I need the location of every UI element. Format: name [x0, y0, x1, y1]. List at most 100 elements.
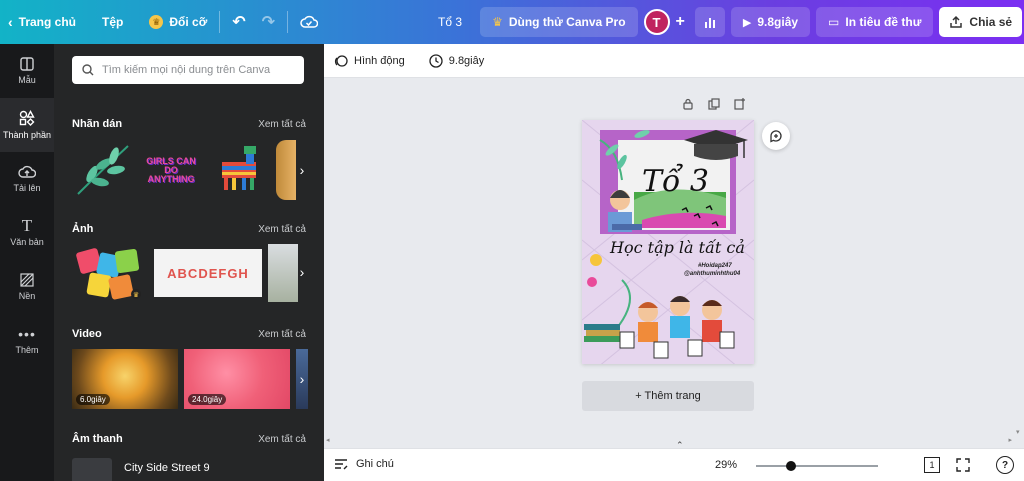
video-thumb-pink[interactable]: 24.0giây	[184, 349, 290, 409]
duplicate-page-icon[interactable]	[708, 98, 720, 110]
animate-button[interactable]: Hình động	[334, 54, 405, 68]
audio-item[interactable]: City Side Street 9	[72, 458, 210, 481]
stickers-row: GIRLS CAN DO ANYTHING	[72, 140, 296, 200]
divider	[219, 11, 221, 33]
chevron-right-icon: ›	[299, 162, 305, 178]
duration-button[interactable]: 9.8giây	[429, 53, 485, 68]
avatar[interactable]: T	[643, 9, 670, 35]
undo-button[interactable]: ↶	[224, 0, 253, 44]
play-label: 9.8giây	[757, 15, 799, 29]
fullscreen-icon[interactable]	[956, 458, 970, 472]
search-input[interactable]: Tìm kiếm mọi nội dung trên Canva	[72, 56, 304, 84]
divider	[287, 11, 289, 33]
help-button[interactable]: ?	[996, 456, 1014, 474]
canva-editor: ‹ Trang chủ Tệp ♛ Đổi cỡ ↶ ↷ Tổ 3 ♛ Dùng…	[0, 0, 1024, 481]
design-hashtag[interactable]: #Hoidap247	[698, 263, 732, 269]
add-comment-button[interactable]	[762, 122, 790, 150]
design-subtitle[interactable]: Học tập là tất cả	[610, 238, 745, 257]
audio-thumbnail	[72, 458, 112, 481]
bar-chart-icon	[704, 18, 715, 28]
add-page-button[interactable]: + Thêm trang	[582, 381, 754, 411]
chevron-right-icon: ›	[299, 264, 305, 280]
scroll-left-arrow[interactable]: ◂	[326, 436, 330, 444]
rail-item-background[interactable]: Nền	[0, 260, 54, 314]
stickers-see-all[interactable]: Xem tất cả	[258, 119, 306, 130]
leaf-sticker[interactable]	[72, 140, 134, 200]
share-label: Chia sẻ	[969, 15, 1013, 29]
video-next-button[interactable]: ›	[292, 369, 312, 389]
scroll-down-arrow[interactable]: ▾	[1016, 428, 1020, 436]
share-icon	[950, 15, 963, 28]
lock-icon[interactable]	[682, 98, 694, 110]
doc-title-text: Tổ 3	[438, 15, 463, 29]
home-button[interactable]: ‹ Trang chủ	[0, 0, 84, 44]
notes-label: Ghi chú	[356, 458, 394, 470]
rail-item-more[interactable]: ••• Thêm	[0, 314, 54, 368]
rail-item-templates[interactable]: Mẫu	[0, 44, 54, 98]
design-page[interactable]: Tổ 3 Học tập là tất cả #Hoidap247 @anhth…	[582, 120, 754, 364]
video-header: Video Xem tất cả	[72, 328, 306, 340]
girls-can-do-sticker[interactable]: GIRLS CAN DO ANYTHING	[140, 140, 202, 200]
horizontal-scrollbar[interactable]: ◂ ▸	[324, 436, 1014, 446]
add-member-button[interactable]: +	[670, 0, 691, 44]
video-see-all[interactable]: Xem tất cả	[258, 329, 306, 340]
video-duration: 24.0giây	[188, 394, 227, 405]
photos-header: Ảnh Xem tất cả	[72, 223, 306, 235]
notes-button[interactable]: Ghi chú	[334, 458, 394, 470]
add-page-icon[interactable]	[734, 98, 746, 110]
help-icon: ?	[1001, 459, 1009, 471]
doc-title[interactable]: Tổ 3	[430, 0, 470, 44]
analytics-button[interactable]	[694, 7, 725, 37]
scroll-right-arrow[interactable]: ▸	[1008, 436, 1012, 444]
add-page-label: + Thêm trang	[635, 390, 701, 402]
stickers-next-button[interactable]: ›	[292, 160, 312, 180]
photos-next-button[interactable]: ›	[292, 262, 312, 282]
vertical-scrollbar[interactable]: ▾	[1016, 78, 1024, 438]
play-icon: ▶	[742, 16, 752, 29]
share-button[interactable]: Chia sẻ	[939, 7, 1023, 37]
rail-label: Văn bản	[10, 237, 44, 247]
text-icon: T	[21, 216, 33, 235]
pinata-sticker[interactable]	[208, 140, 270, 200]
save-status-button[interactable]	[292, 0, 326, 44]
upload-icon	[18, 165, 36, 178]
number-puzzle-photo[interactable]: ♛	[72, 244, 148, 302]
file-label: Tệp	[102, 15, 124, 29]
video-duration: 6.0giây	[76, 394, 110, 405]
rail-label: Mẫu	[18, 75, 36, 85]
rail-item-uploads[interactable]: Tải lên	[0, 152, 54, 206]
redo-button[interactable]: ↷	[254, 0, 283, 44]
duration-label: 9.8giây	[448, 54, 485, 67]
page-count: 1	[929, 460, 935, 470]
print-button[interactable]: ▭ In tiêu đề thư	[816, 7, 934, 37]
home-label: Trang chủ	[18, 15, 77, 29]
photos-see-all[interactable]: Xem tất cả	[258, 224, 306, 235]
try-pro-button[interactable]: ♛ Dùng thử Canva Pro	[480, 7, 638, 37]
zoom-percent[interactable]: 29%	[715, 459, 737, 471]
rail-item-elements[interactable]: Thành phần	[0, 98, 54, 152]
video-row: 6.0giây 24.0giây	[72, 349, 308, 409]
photos-title: Ảnh	[72, 223, 94, 235]
file-menu[interactable]: Tệp	[84, 0, 131, 44]
more-icon: •••	[18, 326, 36, 342]
rail-item-text[interactable]: T Văn bản	[0, 206, 54, 260]
rail-label: Tải lên	[13, 183, 41, 193]
zoom-slider[interactable]	[756, 461, 878, 471]
avatar-letter: T	[652, 14, 661, 30]
design-title[interactable]: Tổ 3	[642, 164, 709, 199]
alphabet-letters: ABCDEFGH	[167, 265, 249, 281]
design-handle[interactable]: @anhthuminhthu04	[684, 271, 740, 277]
video-thumb-fire[interactable]: 6.0giây	[72, 349, 178, 409]
page-count-button[interactable]: 1	[924, 457, 940, 473]
chevron-left-icon: ‹	[8, 14, 13, 30]
alphabet-photo[interactable]: ABCDEFGH	[154, 249, 262, 297]
resize-button[interactable]: ♛ Đổi cỡ	[131, 0, 215, 44]
audio-see-all[interactable]: Xem tất cả	[258, 434, 306, 445]
zoom-slider-handle[interactable]	[786, 461, 797, 471]
photos-row: ♛ ABCDEFGH	[72, 244, 298, 302]
document-icon: ▭	[828, 15, 840, 29]
present-button[interactable]: ▶ 9.8giây	[730, 7, 811, 37]
elements-icon	[19, 110, 35, 126]
rail-label: Nền	[18, 291, 36, 301]
animate-label: Hình động	[354, 54, 405, 67]
